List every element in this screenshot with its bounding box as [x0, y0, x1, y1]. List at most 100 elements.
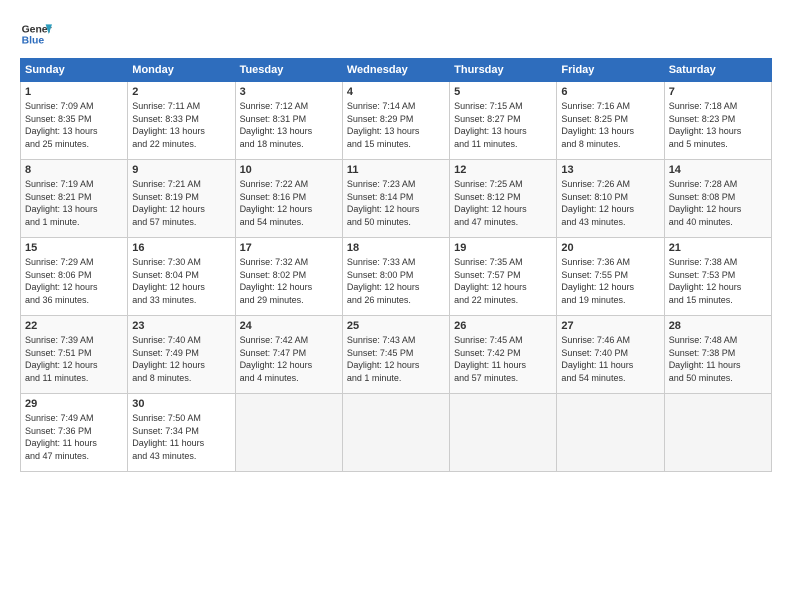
day-number: 12 [454, 164, 552, 176]
calendar-cell: 11 Sunrise: 7:23 AM Sunset: 8:14 PM Dayli… [342, 160, 449, 238]
day-info: Sunrise: 7:49 AM Sunset: 7:36 PM Dayligh… [25, 412, 123, 462]
day-info: Sunrise: 7:15 AM Sunset: 8:27 PM Dayligh… [454, 100, 552, 150]
day-info: Sunrise: 7:18 AM Sunset: 8:23 PM Dayligh… [669, 100, 767, 150]
day-info: Sunrise: 7:50 AM Sunset: 7:34 PM Dayligh… [132, 412, 230, 462]
day-info: Sunrise: 7:29 AM Sunset: 8:06 PM Dayligh… [25, 256, 123, 306]
day-number: 11 [347, 164, 445, 176]
day-number: 6 [561, 86, 659, 98]
day-number: 17 [240, 242, 338, 254]
day-info: Sunrise: 7:28 AM Sunset: 8:08 PM Dayligh… [669, 178, 767, 228]
day-info: Sunrise: 7:42 AM Sunset: 7:47 PM Dayligh… [240, 334, 338, 384]
calendar-cell: 15Sunrise: 7:29 AM Sunset: 8:06 PM Dayli… [21, 238, 128, 316]
weekday-header: Thursday [450, 59, 557, 82]
day-info: Sunrise: 7:33 AM Sunset: 8:00 PM Dayligh… [347, 256, 445, 306]
calendar-cell: 14 Sunrise: 7:28 AM Sunset: 8:08 PM Dayli… [664, 160, 771, 238]
calendar-cell: 30 Sunrise: 7:50 AM Sunset: 7:34 PM Dayli… [128, 394, 235, 472]
day-info: Sunrise: 7:40 AM Sunset: 7:49 PM Dayligh… [132, 334, 230, 384]
logo: General Blue [20, 18, 52, 50]
day-number: 28 [669, 320, 767, 332]
calendar-cell: 1 Sunrise: 7:09 AM Sunset: 8:35 PM Daylig… [21, 82, 128, 160]
calendar-cell: 9 Sunrise: 7:21 AM Sunset: 8:19 PM Daylig… [128, 160, 235, 238]
day-number: 26 [454, 320, 552, 332]
calendar-cell: 22 Sunrise: 7:39 AM Sunset: 7:51 PM Dayli… [21, 316, 128, 394]
calendar-cell: 13 Sunrise: 7:26 AM Sunset: 8:10 PM Dayli… [557, 160, 664, 238]
day-number: 23 [132, 320, 230, 332]
calendar-table: SundayMondayTuesdayWednesdayThursdayFrid… [20, 58, 772, 472]
day-number: 22 [25, 320, 123, 332]
calendar-cell: 18 Sunrise: 7:33 AM Sunset: 8:00 PM Dayli… [342, 238, 449, 316]
day-info: Sunrise: 7:48 AM Sunset: 7:38 PM Dayligh… [669, 334, 767, 384]
calendar-cell: 23 Sunrise: 7:40 AM Sunset: 7:49 PM Dayli… [128, 316, 235, 394]
day-info: Sunrise: 7:36 AM Sunset: 7:55 PM Dayligh… [561, 256, 659, 306]
calendar-cell [342, 394, 449, 472]
calendar-cell: 7 Sunrise: 7:18 AM Sunset: 8:23 PM Daylig… [664, 82, 771, 160]
weekday-header: Sunday [21, 59, 128, 82]
day-number: 29 [25, 398, 123, 410]
day-info: Sunrise: 7:39 AM Sunset: 7:51 PM Dayligh… [25, 334, 123, 384]
calendar-cell: 20 Sunrise: 7:36 AM Sunset: 7:55 PM Dayli… [557, 238, 664, 316]
calendar-cell: 19 Sunrise: 7:35 AM Sunset: 7:57 PM Dayli… [450, 238, 557, 316]
calendar-cell [450, 394, 557, 472]
day-info: Sunrise: 7:21 AM Sunset: 8:19 PM Dayligh… [132, 178, 230, 228]
day-number: 1 [25, 86, 123, 98]
calendar-cell: 27Sunrise: 7:46 AM Sunset: 7:40 PM Dayli… [557, 316, 664, 394]
day-number: 19 [454, 242, 552, 254]
calendar-cell [557, 394, 664, 472]
day-number: 14 [669, 164, 767, 176]
calendar-cell: 3Sunrise: 7:12 AM Sunset: 8:31 PM Daylig… [235, 82, 342, 160]
calendar-cell: 2 Sunrise: 7:11 AM Sunset: 8:33 PM Daylig… [128, 82, 235, 160]
svg-text:Blue: Blue [22, 36, 45, 47]
day-info: Sunrise: 7:46 AM Sunset: 7:40 PM Dayligh… [561, 334, 659, 384]
calendar-cell: 28 Sunrise: 7:48 AM Sunset: 7:38 PM Dayli… [664, 316, 771, 394]
day-info: Sunrise: 7:32 AM Sunset: 8:02 PM Dayligh… [240, 256, 338, 306]
day-info: Sunrise: 7:14 AM Sunset: 8:29 PM Dayligh… [347, 100, 445, 150]
calendar-cell: 5 Sunrise: 7:15 AM Sunset: 8:27 PM Daylig… [450, 82, 557, 160]
day-number: 25 [347, 320, 445, 332]
day-number: 20 [561, 242, 659, 254]
calendar-cell: 17 Sunrise: 7:32 AM Sunset: 8:02 PM Dayli… [235, 238, 342, 316]
day-number: 16 [132, 242, 230, 254]
page: General Blue SundayMondayTuesdayWednesda… [0, 0, 792, 612]
weekday-header: Saturday [664, 59, 771, 82]
day-number: 5 [454, 86, 552, 98]
day-number: 18 [347, 242, 445, 254]
calendar-cell: 29 Sunrise: 7:49 AM Sunset: 7:36 PM Dayli… [21, 394, 128, 472]
day-number: 3 [240, 86, 338, 98]
calendar-cell: 24 Sunrise: 7:42 AM Sunset: 7:47 PM Dayli… [235, 316, 342, 394]
day-number: 30 [132, 398, 230, 410]
day-number: 4 [347, 86, 445, 98]
day-info: Sunrise: 7:30 AM Sunset: 8:04 PM Dayligh… [132, 256, 230, 306]
day-number: 2 [132, 86, 230, 98]
day-number: 9 [132, 164, 230, 176]
day-info: Sunrise: 7:43 AM Sunset: 7:45 PM Dayligh… [347, 334, 445, 384]
day-info: Sunrise: 7:25 AM Sunset: 8:12 PM Dayligh… [454, 178, 552, 228]
day-info: Sunrise: 7:09 AM Sunset: 8:35 PM Dayligh… [25, 100, 123, 150]
day-info: Sunrise: 7:16 AM Sunset: 8:25 PM Dayligh… [561, 100, 659, 150]
calendar-cell: 4 Sunrise: 7:14 AM Sunset: 8:29 PM Daylig… [342, 82, 449, 160]
weekday-header: Wednesday [342, 59, 449, 82]
header: General Blue [20, 18, 772, 50]
day-info: Sunrise: 7:19 AM Sunset: 8:21 PM Dayligh… [25, 178, 123, 228]
weekday-header: Tuesday [235, 59, 342, 82]
day-info: Sunrise: 7:26 AM Sunset: 8:10 PM Dayligh… [561, 178, 659, 228]
day-info: Sunrise: 7:45 AM Sunset: 7:42 PM Dayligh… [454, 334, 552, 384]
calendar-cell [235, 394, 342, 472]
calendar-cell: 21 Sunrise: 7:38 AM Sunset: 7:53 PM Dayli… [664, 238, 771, 316]
day-info: Sunrise: 7:38 AM Sunset: 7:53 PM Dayligh… [669, 256, 767, 306]
day-number: 13 [561, 164, 659, 176]
day-number: 10 [240, 164, 338, 176]
calendar-cell: 10Sunrise: 7:22 AM Sunset: 8:16 PM Dayli… [235, 160, 342, 238]
calendar-cell: 6 Sunrise: 7:16 AM Sunset: 8:25 PM Daylig… [557, 82, 664, 160]
logo-icon: General Blue [20, 18, 52, 50]
calendar-cell [664, 394, 771, 472]
day-number: 21 [669, 242, 767, 254]
weekday-header: Friday [557, 59, 664, 82]
day-info: Sunrise: 7:35 AM Sunset: 7:57 PM Dayligh… [454, 256, 552, 306]
day-info: Sunrise: 7:11 AM Sunset: 8:33 PM Dayligh… [132, 100, 230, 150]
calendar-cell: 8Sunrise: 7:19 AM Sunset: 8:21 PM Daylig… [21, 160, 128, 238]
day-info: Sunrise: 7:23 AM Sunset: 8:14 PM Dayligh… [347, 178, 445, 228]
day-number: 7 [669, 86, 767, 98]
calendar-cell: 12 Sunrise: 7:25 AM Sunset: 8:12 PM Dayli… [450, 160, 557, 238]
day-number: 24 [240, 320, 338, 332]
calendar-cell: 26 Sunrise: 7:45 AM Sunset: 7:42 PM Dayli… [450, 316, 557, 394]
